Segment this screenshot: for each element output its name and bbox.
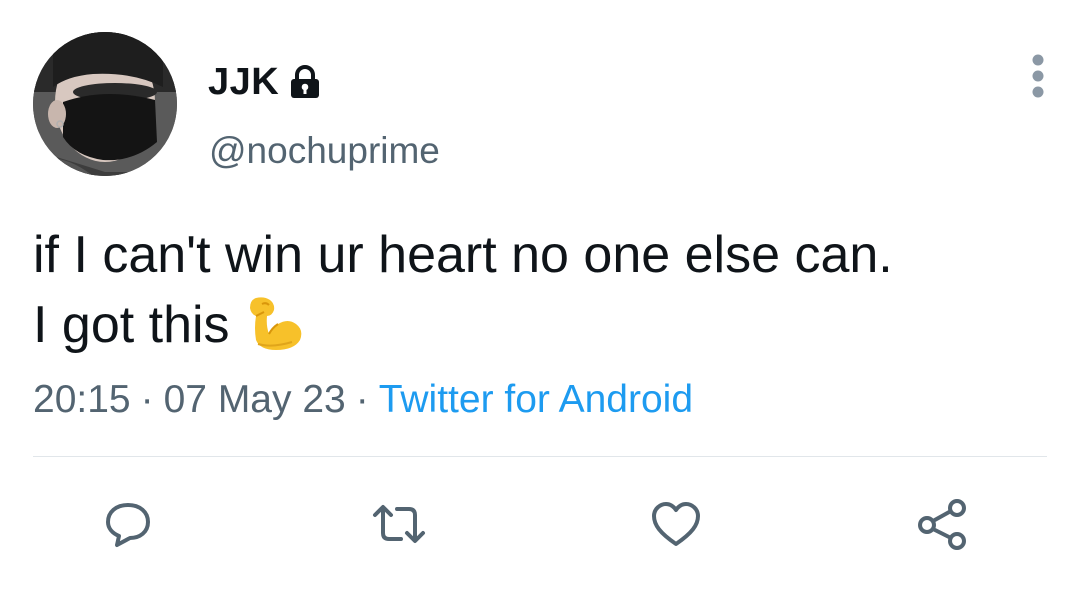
tweet-date: 07 May 23 <box>163 378 346 421</box>
meta-separator: · <box>140 378 154 421</box>
tweet-text-line-2-content: I got this <box>33 296 230 354</box>
like-button[interactable] <box>646 496 706 552</box>
user-handle[interactable]: @nochuprime <box>209 130 440 172</box>
display-name[interactable]: JJK <box>208 61 279 104</box>
reply-button[interactable] <box>98 496 158 552</box>
retweet-icon <box>369 501 429 547</box>
avatar[interactable] <box>33 32 177 176</box>
meta-separator: · <box>355 378 369 421</box>
tweet-text-line-1: if I can't win ur heart no one else can. <box>33 226 893 284</box>
retweet-button[interactable] <box>369 496 429 552</box>
flexed-biceps-emoji-icon <box>242 292 304 354</box>
tweet-meta: 20:15 · 07 May 23 · Twitter for Android <box>33 378 693 422</box>
tweet-source-link[interactable]: Twitter for Android <box>379 378 693 421</box>
tweet-text: if I can't win ur heart no one else can.… <box>33 220 1053 360</box>
tweet-text-line-2: I got this <box>33 290 1053 360</box>
heart-icon <box>650 500 702 548</box>
divider <box>33 456 1047 457</box>
reply-icon <box>103 500 153 548</box>
share-icon <box>915 498 971 550</box>
tweet-detail: JJK @nochuprime if I can't win ur heart … <box>0 0 1080 590</box>
more-options-icon[interactable] <box>1024 52 1052 100</box>
tweet-time: 20:15 <box>33 378 131 421</box>
lock-icon <box>287 64 323 100</box>
share-button[interactable] <box>913 496 973 552</box>
name-row: JJK <box>208 60 323 104</box>
